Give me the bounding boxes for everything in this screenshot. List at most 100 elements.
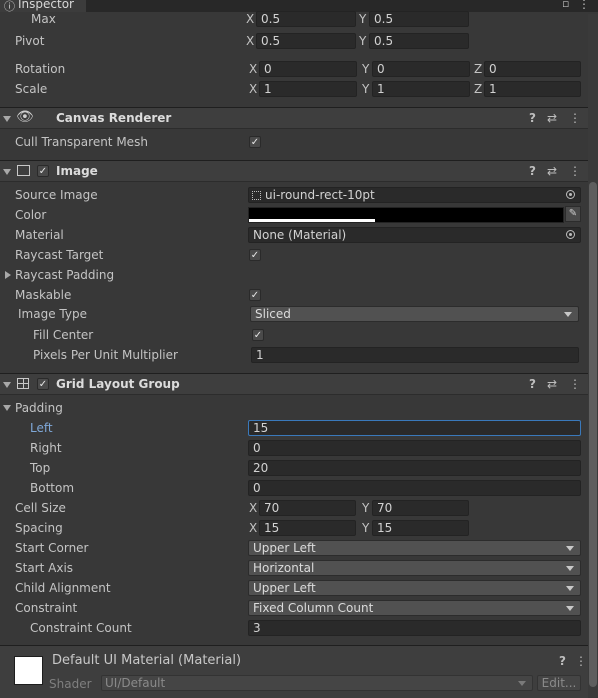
tab-menu-icon[interactable]: ⋮: [578, 0, 590, 11]
object-picker-icon[interactable]: [566, 190, 575, 199]
more-icon[interactable]: ⋮: [569, 377, 581, 391]
scale-x-field[interactable]: 1: [259, 81, 357, 97]
foldout-arrow-icon[interactable]: [3, 169, 11, 175]
more-icon[interactable]: ⋮: [569, 111, 581, 125]
pixels-per-unit-field[interactable]: 1: [251, 347, 579, 363]
grid-enabled-checkbox[interactable]: ✓: [37, 378, 49, 390]
more-icon[interactable]: ⋮: [575, 654, 587, 668]
start-corner-dropdown[interactable]: Upper Left: [248, 540, 581, 556]
scale-z-field[interactable]: 1: [484, 81, 581, 97]
pivot-label: Pivot: [15, 34, 45, 48]
constraint-value: Fixed Column Count: [253, 601, 374, 615]
spacing-label: Spacing: [15, 521, 63, 535]
constraint-count-field[interactable]: 3: [248, 620, 581, 636]
child-alignment-dropdown[interactable]: Upper Left: [248, 580, 581, 596]
help-icon[interactable]: ?: [529, 377, 536, 391]
child-alignment-label: Child Alignment: [15, 581, 111, 595]
axis-y-label: Y: [362, 501, 370, 515]
raycast-padding-foldout-icon[interactable]: [5, 271, 11, 279]
raycast-padding-label[interactable]: Raycast Padding: [15, 268, 114, 282]
padding-top-field[interactable]: 20: [248, 460, 581, 476]
foldout-arrow-icon[interactable]: [3, 116, 11, 122]
presets-icon[interactable]: ⇄: [547, 377, 557, 391]
padding-foldout-icon[interactable]: [3, 405, 11, 411]
chevron-down-icon: [518, 681, 526, 686]
help-icon[interactable]: ?: [529, 164, 536, 178]
child-alignment-value: Upper Left: [253, 581, 316, 595]
cell-size-x-field[interactable]: 70: [259, 500, 356, 516]
tab-lock-icon[interactable]: ▫: [562, 0, 569, 10]
image-type-label: Image Type: [18, 307, 87, 321]
spacing-y-field[interactable]: 15: [372, 520, 469, 536]
grid-layout-group-header[interactable]: ✓ Grid Layout Group ? ⇄ ⋮: [0, 373, 588, 395]
source-image-label: Source Image: [15, 188, 98, 202]
inspector-tab[interactable]: ⓘ Inspector: [0, 0, 86, 13]
pixels-per-unit-label: Pixels Per Unit Multiplier: [33, 348, 178, 362]
padding-right-label: Right: [30, 441, 62, 455]
fill-center-checkbox[interactable]: ✓: [252, 329, 264, 341]
padding-left-field[interactable]: 15: [248, 420, 581, 436]
maskable-checkbox[interactable]: ✓: [249, 289, 261, 301]
material-title: Default UI Material (Material): [52, 653, 242, 668]
spacing-x-field[interactable]: 15: [259, 520, 356, 536]
source-image-value: ui-round-rect-10pt: [265, 188, 375, 202]
axis-y-label: Y: [362, 62, 370, 76]
start-corner-value: Upper Left: [253, 541, 316, 555]
constraint-label: Constraint: [15, 601, 78, 615]
shader-edit-label: Edit...: [541, 676, 577, 690]
grid-layout-group-title: Grid Layout Group: [56, 377, 180, 391]
cell-size-label: Cell Size: [15, 501, 66, 515]
color-alpha-bar: [249, 219, 375, 222]
axis-y-label: Y: [362, 82, 370, 96]
image-enabled-checkbox[interactable]: ✓: [37, 165, 49, 177]
axis-x-label: X: [246, 12, 255, 26]
material-preview-swatch[interactable]: [14, 656, 43, 685]
eyedropper-icon[interactable]: ✎: [565, 206, 581, 222]
foldout-arrow-icon[interactable]: [3, 382, 11, 388]
object-picker-icon[interactable]: [566, 230, 575, 239]
color-field[interactable]: [248, 207, 564, 223]
max-label: Max: [31, 12, 56, 26]
cell-size-y-field[interactable]: 70: [372, 500, 469, 516]
constraint-count-label: Constraint Count: [30, 621, 132, 635]
help-icon[interactable]: ?: [529, 111, 536, 125]
rotation-z-field[interactable]: 0: [484, 61, 581, 77]
padding-bottom-label: Bottom: [30, 481, 75, 495]
more-icon[interactable]: ⋮: [569, 164, 581, 178]
start-axis-dropdown[interactable]: Horizontal: [248, 560, 581, 576]
cull-transparent-mesh-checkbox[interactable]: ✓: [249, 136, 261, 148]
material-preview-section: Default UI Material (Material) ? ⋮ Shade…: [0, 645, 588, 698]
info-icon: ⓘ: [4, 0, 15, 13]
axis-y-label: Y: [359, 34, 367, 48]
canvas-renderer-header[interactable]: 👁 Canvas Renderer ? ⇄ ⋮: [0, 107, 588, 129]
max-x-field[interactable]: 0.5: [256, 11, 356, 27]
padding-label[interactable]: Padding: [15, 401, 63, 415]
padding-bottom-field[interactable]: 0: [248, 480, 581, 496]
axis-x-label: X: [246, 34, 255, 48]
max-y-field[interactable]: 0.5: [369, 11, 469, 27]
chevron-down-icon: [566, 546, 574, 551]
grid-icon: [17, 378, 29, 389]
scale-y-field[interactable]: 1: [372, 81, 470, 97]
shader-dropdown[interactable]: UI/Default: [101, 675, 533, 691]
rotation-label: Rotation: [15, 62, 66, 76]
rotation-y-field[interactable]: 0: [372, 61, 470, 77]
shader-value: UI/Default: [105, 676, 166, 690]
pivot-x-field[interactable]: 0.5: [256, 33, 356, 49]
scrollbar-thumb[interactable]: [589, 182, 597, 687]
rotation-x-field[interactable]: 0: [259, 61, 357, 77]
image-type-value: Sliced: [255, 307, 291, 321]
presets-icon[interactable]: ⇄: [547, 164, 557, 178]
image-type-dropdown[interactable]: Sliced: [250, 306, 579, 322]
material-field[interactable]: None (Material): [248, 227, 581, 243]
axis-x-label: X: [249, 62, 258, 76]
pivot-y-field[interactable]: 0.5: [369, 33, 469, 49]
constraint-dropdown[interactable]: Fixed Column Count: [248, 600, 581, 616]
image-header[interactable]: ✓ Image ? ⇄ ⋮: [0, 160, 588, 182]
padding-right-field[interactable]: 0: [248, 440, 581, 456]
source-image-field[interactable]: ui-round-rect-10pt: [248, 187, 581, 203]
raycast-target-checkbox[interactable]: ✓: [249, 249, 261, 261]
help-icon[interactable]: ?: [559, 654, 566, 668]
shader-edit-button[interactable]: Edit...: [537, 675, 581, 691]
presets-icon[interactable]: ⇄: [547, 111, 557, 125]
